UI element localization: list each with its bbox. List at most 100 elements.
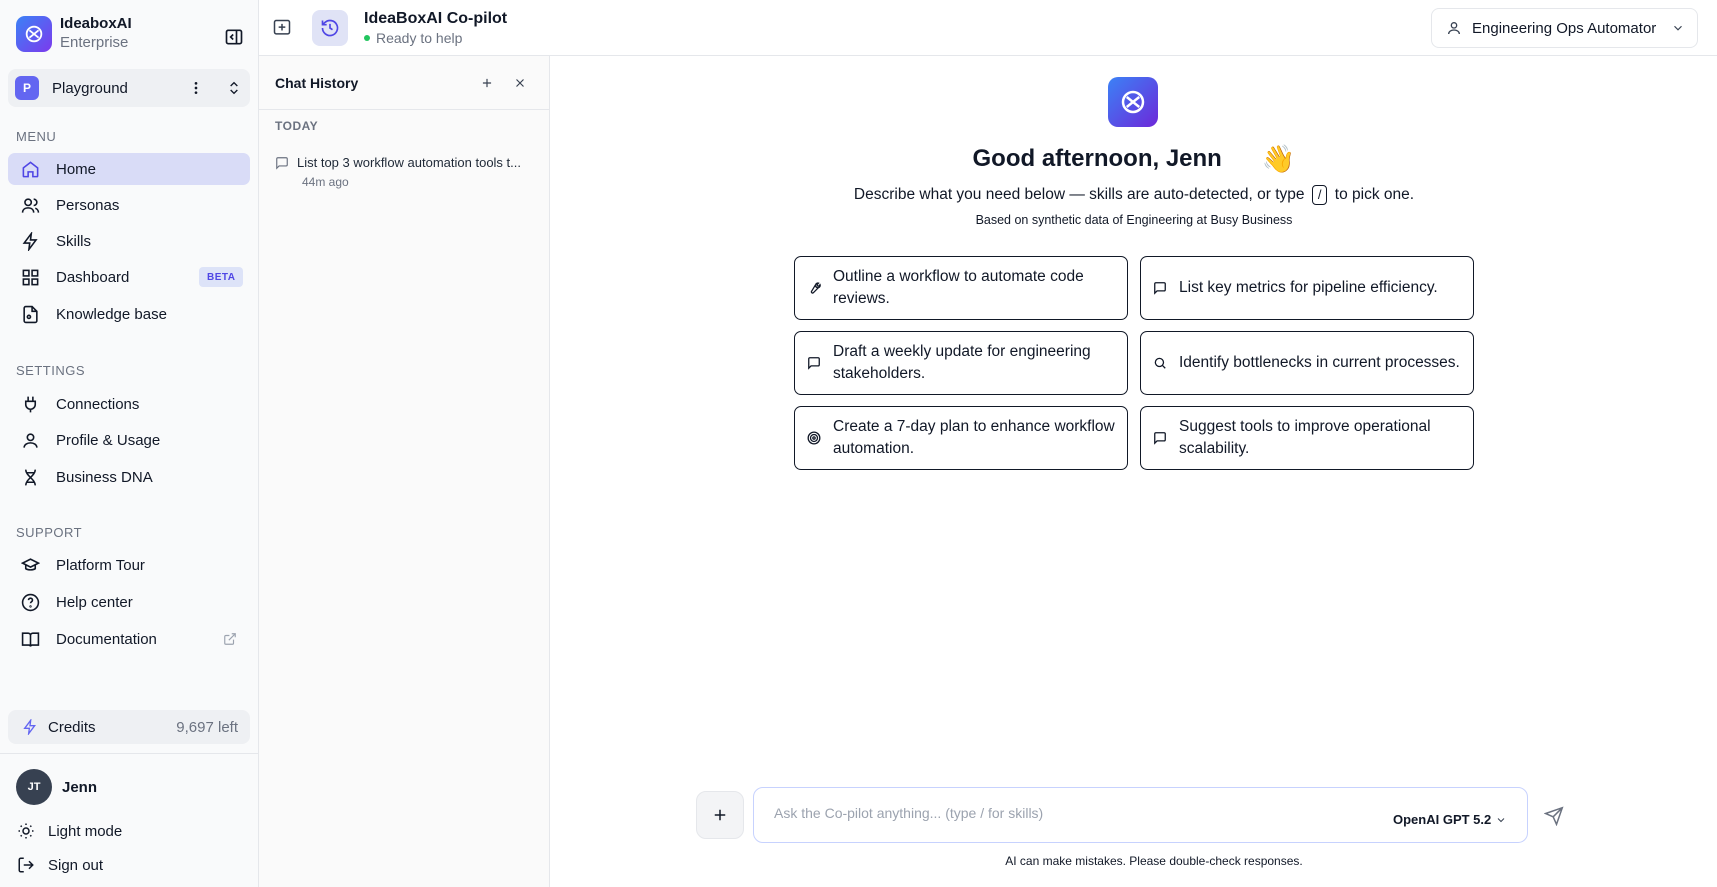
message-icon bbox=[807, 356, 821, 370]
brand[interactable]: IdeaboxAI Enterprise bbox=[16, 15, 132, 52]
history-item[interactable]: List top 3 workflow automation tools t..… bbox=[275, 155, 541, 189]
brand-plan: Enterprise bbox=[60, 34, 129, 51]
model-label: OpenAI GPT 5.2 bbox=[1393, 812, 1492, 827]
sign-out-button[interactable]: Sign out bbox=[16, 855, 103, 875]
brand-logo-icon bbox=[16, 15, 52, 52]
history-icon bbox=[321, 19, 339, 37]
data-note: Based on synthetic data of Engineering a… bbox=[975, 213, 1293, 227]
wrench-icon bbox=[807, 281, 821, 295]
persona-label: Engineering Ops Automator bbox=[1472, 19, 1657, 37]
sidebar-item-documentation[interactable]: Documentation bbox=[8, 623, 250, 655]
collapse-sidebar-icon[interactable] bbox=[222, 25, 246, 49]
disclaimer: AI can make mistakes. Please double-chec… bbox=[1005, 854, 1303, 868]
greeting: Good afternoon, Jenn 👋 bbox=[551, 143, 1717, 175]
target-icon bbox=[807, 431, 821, 445]
suggestion-card[interactable]: Identify bottlenecks in current processe… bbox=[1140, 331, 1474, 395]
file-icon bbox=[20, 304, 40, 324]
sign-out-label: Sign out bbox=[48, 856, 104, 874]
instructions-after: to pick one. bbox=[1334, 186, 1415, 203]
plus-icon bbox=[714, 809, 726, 821]
sidebar-item-business-dna[interactable]: Business DNA bbox=[8, 461, 250, 493]
settings-section-label: SETTINGS bbox=[16, 363, 86, 378]
send-button[interactable] bbox=[1542, 804, 1566, 828]
chevron-down-icon bbox=[1497, 817, 1505, 822]
send-icon bbox=[1544, 806, 1564, 826]
more-vertical-icon[interactable] bbox=[186, 78, 206, 98]
workspace-selector[interactable]: P Playground bbox=[8, 69, 250, 107]
plus-icon[interactable] bbox=[477, 73, 497, 93]
suggestion-card[interactable]: List key metrics for pipeline efficiency… bbox=[1140, 256, 1474, 320]
history-item-time: 44m ago bbox=[302, 175, 349, 189]
suggestion-card[interactable]: Create a 7-day plan to enhance workflow … bbox=[794, 406, 1128, 470]
sidebar-item-platform-tour[interactable]: Platform Tour bbox=[8, 549, 250, 581]
sidebar-item-skills[interactable]: Skills bbox=[8, 225, 250, 257]
workspace-name: Playground bbox=[52, 79, 128, 97]
message-icon bbox=[1153, 281, 1167, 295]
book-icon bbox=[20, 629, 40, 649]
sidebar-item-help-center[interactable]: Help center bbox=[8, 586, 250, 618]
light-mode-toggle[interactable]: Light mode bbox=[16, 821, 122, 841]
sidebar-item-label: Knowledge base bbox=[56, 305, 167, 323]
sidebar-item-connections[interactable]: Connections bbox=[8, 388, 250, 420]
message-icon bbox=[276, 156, 288, 170]
chat-history-panel: Chat History TODAY List top 3 workflow a… bbox=[259, 56, 550, 887]
plug-icon bbox=[20, 394, 40, 414]
message-icon bbox=[1153, 431, 1167, 445]
instructions: Describe what you need below — skills ar… bbox=[551, 185, 1717, 205]
persona-selector[interactable]: Engineering Ops Automator bbox=[1431, 8, 1698, 48]
avatar: JT bbox=[16, 769, 52, 805]
suggestion-text: Outline a workflow to automate code revi… bbox=[833, 268, 1084, 307]
help-circle-icon bbox=[20, 592, 40, 612]
user-profile[interactable]: JT Jenn bbox=[16, 769, 97, 805]
zap-icon bbox=[20, 231, 40, 251]
message-input[interactable] bbox=[774, 805, 1334, 821]
user-icon bbox=[1448, 22, 1460, 35]
status-indicator: Ready to help bbox=[364, 30, 462, 46]
external-link-icon bbox=[223, 632, 237, 646]
sidebar-item-label: Personas bbox=[56, 196, 120, 214]
suggestion-card[interactable]: Draft a weekly update for engineering st… bbox=[794, 331, 1128, 395]
sidebar-item-label: Home bbox=[56, 160, 97, 178]
suggestion-card[interactable]: Suggest tools to improve operational sca… bbox=[1140, 406, 1474, 470]
top-bar: IdeaBoxAI Co-pilot Ready to help Enginee… bbox=[259, 0, 1717, 56]
new-chat-icon[interactable] bbox=[271, 17, 293, 39]
sidebar-item-label: Business DNA bbox=[56, 468, 153, 486]
suggestion-card[interactable]: Outline a workflow to automate code revi… bbox=[794, 256, 1128, 320]
sidebar-item-dashboard[interactable]: Dashboard BETA bbox=[8, 261, 250, 293]
workspace-badge: P bbox=[15, 76, 39, 100]
sidebar-item-profile-usage[interactable]: Profile & Usage bbox=[8, 424, 250, 456]
sidebar-item-personas[interactable]: Personas bbox=[8, 189, 250, 221]
slash-key: / bbox=[1311, 185, 1328, 205]
close-icon[interactable] bbox=[510, 73, 530, 93]
sidebar-item-label: Skills bbox=[56, 232, 92, 250]
home-icon bbox=[20, 159, 40, 179]
sidebar-item-label: Dashboard bbox=[56, 268, 130, 286]
add-attachment-button[interactable] bbox=[696, 791, 744, 839]
search-icon bbox=[1153, 356, 1167, 370]
support-section-label: SUPPORT bbox=[16, 525, 83, 540]
graduation-cap-icon bbox=[20, 555, 40, 575]
sidebar-item-label: Documentation bbox=[56, 630, 157, 648]
credits-panel[interactable]: Credits 9,697 left bbox=[8, 710, 250, 744]
sidebar-item-knowledge-base[interactable]: Knowledge base bbox=[8, 298, 250, 330]
sidebar-item-label: Platform Tour bbox=[56, 556, 145, 574]
sidebar-item-home[interactable]: Home bbox=[8, 153, 250, 185]
user-name: Jenn bbox=[62, 778, 98, 796]
chevrons-up-down-icon[interactable] bbox=[224, 78, 244, 98]
suggestion-text: List key metrics for pipeline efficiency… bbox=[1179, 279, 1438, 296]
history-toggle-button[interactable] bbox=[312, 10, 348, 46]
divider bbox=[0, 753, 258, 754]
composer: OpenAI GPT 5.2 bbox=[753, 787, 1528, 843]
sidebar-item-label: Connections bbox=[56, 395, 140, 413]
dna-icon bbox=[20, 467, 40, 487]
users-icon bbox=[20, 195, 40, 215]
model-selector[interactable]: OpenAI GPT 5.2 bbox=[1393, 812, 1507, 827]
wave-emoji: 👋 bbox=[1261, 144, 1296, 174]
copilot-logo-icon bbox=[1108, 77, 1158, 127]
zap-icon bbox=[20, 717, 40, 737]
sidebar-item-label: Profile & Usage bbox=[56, 431, 161, 449]
page-title: IdeaBoxAI Co-pilot bbox=[364, 10, 508, 27]
credits-label: Credits bbox=[48, 718, 96, 736]
suggestion-text: Identify bottlenecks in current processe… bbox=[1179, 354, 1460, 371]
suggestion-text: Suggest tools to improve operational sca… bbox=[1179, 418, 1431, 457]
